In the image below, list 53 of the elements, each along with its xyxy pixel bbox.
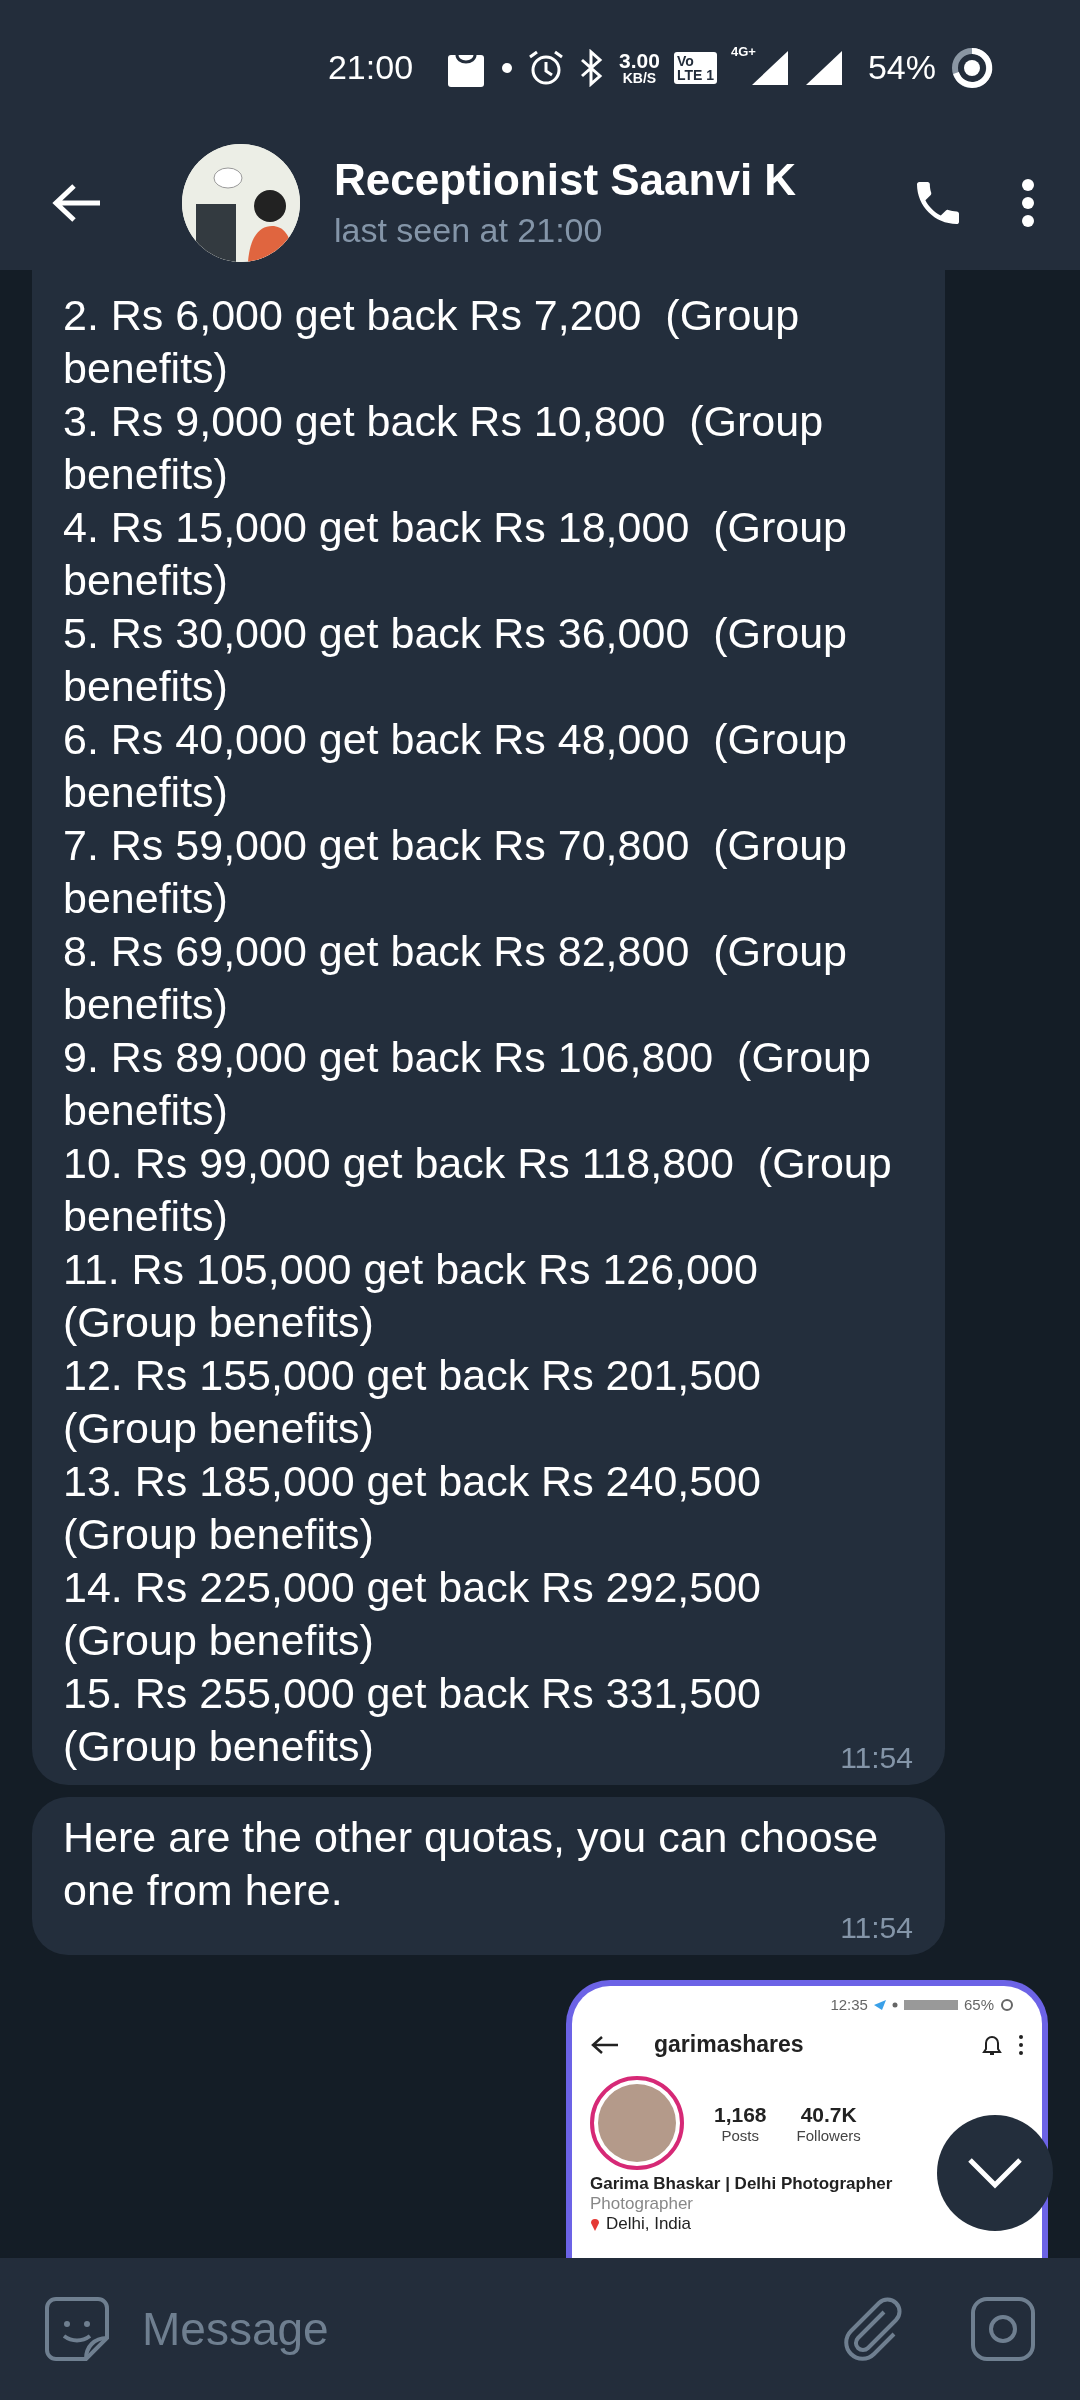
quota-line: 11. Rs 105,000 get back Rs 126,000 (Group benefits) — [63, 1245, 759, 1346]
dot-icon — [891, 2001, 898, 2008]
quota-line: 5. Rs 30,000 get back Rs 36,000 (Group benefits) — [63, 609, 848, 710]
volte-badge: Vo LTE 1 — [673, 51, 717, 84]
message-text: Here are the other quotas, you can choose one from here. — [63, 1812, 880, 1916]
quota-line: 14. Rs 225,000 get back Rs 292,500 (Group benefits) — [63, 1563, 763, 1664]
back-icon[interactable] — [52, 182, 102, 223]
quota-line: 4. Rs 15,000 get back Rs 18,000 (Group benefits) — [63, 503, 848, 604]
status-time: 21:00 — [327, 48, 414, 87]
speed-value: 3.00 — [619, 50, 660, 71]
message-time: 11:54 — [840, 1743, 913, 1773]
screenshot-image[interactable]: 12:35 65% garimashares 1,168 Posts 40.7K Followers Garima Bhaskar | Delhi Photographer Photographer Delhi, India — [566, 1980, 1048, 2258]
stat-label: Followers — [796, 2126, 861, 2144]
battery-icon — [950, 45, 994, 90]
quota-line: 13. Rs 185,000 get back Rs 240,500 (Group benefits) — [63, 1457, 763, 1558]
username: garimashares — [654, 2031, 805, 2058]
status-icons-strip — [903, 1998, 958, 2011]
paperclip-icon[interactable] — [844, 2296, 904, 2362]
last-seen: last seen at 21:00 — [334, 211, 604, 250]
pin-icon — [590, 2217, 600, 2231]
quota-line: 15. Rs 255,000 get back Rs 331,500 (Group benefits) — [63, 1669, 763, 1770]
message-input[interactable]: Message — [140, 2301, 844, 2357]
speed-unit: KB/S — [622, 71, 657, 85]
battery-icon — [1000, 1997, 1014, 2012]
stat-value: 40.7K — [800, 2102, 857, 2127]
profile-name: Garima Bhaskar | Delhi Photographer — [590, 2174, 893, 2194]
quota-line: 10. Rs 99,000 get back Rs 118,800 (Group benefits) — [63, 1139, 893, 1240]
battery-text: 65% — [963, 1996, 994, 2013]
battery-text: 54% — [867, 48, 936, 87]
quota-line: 12. Rs 155,000 get back Rs 201,500 (Group benefits) — [63, 1351, 763, 1452]
stat-label: Posts — [721, 2126, 760, 2144]
chevron-down-icon — [967, 2157, 1023, 2189]
message-field[interactable]: Message — [0, 2258, 1080, 2400]
quota-line: 9. Rs 89,000 get back Rs 106,800 (Group benefits) — [63, 1033, 872, 1134]
camera-icon[interactable] — [970, 2296, 1036, 2362]
message-time: 11:54 — [840, 1913, 913, 1943]
stat-value: 1,168 — [714, 2102, 767, 2127]
chat-title: Receptionist Saanvi K — [334, 155, 798, 205]
status-time: 12:35 — [830, 1996, 868, 2013]
more-icon — [1018, 2033, 1024, 2056]
sticker-icon[interactable] — [44, 2296, 110, 2362]
send-icon — [873, 1997, 886, 2012]
profile-location: Delhi, India — [606, 2214, 692, 2234]
more-icon[interactable] — [1020, 177, 1036, 228]
quota-line: 3. Rs 9,000 get back Rs 10,800 (Group benefits) — [63, 397, 825, 498]
quota-line: 7. Rs 59,000 get back Rs 70,800 (Group benefits) — [63, 821, 848, 922]
back-arrow-icon — [590, 2033, 620, 2056]
quota-line: 8. Rs 69,000 get back Rs 82,800 (Group benefits) — [63, 927, 848, 1028]
profile-category: Photographer — [590, 2194, 694, 2214]
quota-line: 2. Rs 6,000 get back Rs 7,200 (Group benefits) — [63, 291, 801, 392]
network-type: 4G+ — [731, 44, 756, 59]
dot-icon — [501, 61, 514, 74]
quota-line: 6. Rs 40,000 get back Rs 48,000 (Group benefits) — [63, 715, 848, 816]
